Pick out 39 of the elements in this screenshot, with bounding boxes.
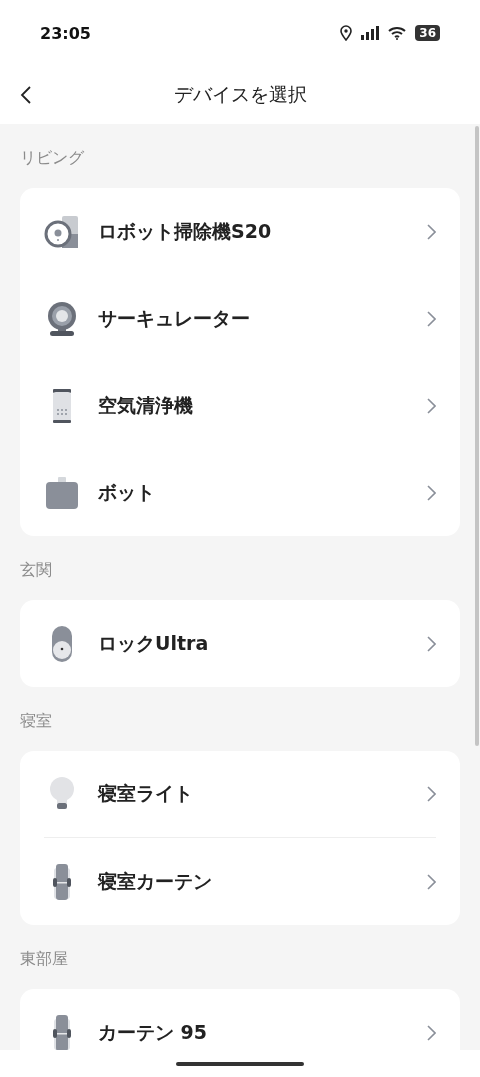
chevron-right-icon xyxy=(426,223,436,240)
device-name: 寝室カーテン xyxy=(98,868,213,894)
robot-vacuum-icon xyxy=(44,213,80,250)
device-name: 寝室ライト xyxy=(98,781,194,806)
page-title: デバイスを選択 xyxy=(173,82,307,107)
wifi-icon xyxy=(388,26,407,40)
device-row[interactable]: ロックUltra xyxy=(44,600,436,687)
device-row[interactable]: ロボット掃除機S20 xyxy=(44,188,436,275)
section-label: リビング xyxy=(20,148,84,167)
device-name: カーテン 95 xyxy=(98,1019,209,1045)
switch-device-icon xyxy=(44,474,80,511)
device-name: サーキュレーター xyxy=(98,305,251,331)
device-name: ロボット掃除機S20 xyxy=(98,218,273,244)
home-indicator[interactable] xyxy=(176,1061,304,1066)
chevron-right-icon xyxy=(426,1024,436,1041)
device-name: ロックUltra xyxy=(98,630,210,656)
chevron-right-icon xyxy=(426,635,436,652)
chevron-right-icon xyxy=(426,873,436,890)
device-name: 空気清浄機 xyxy=(98,392,194,418)
chevron-right-icon xyxy=(426,310,436,327)
battery-level: 36 xyxy=(415,25,440,41)
device-name: ボット xyxy=(98,479,156,505)
chevron-right-icon xyxy=(426,484,436,501)
signal-icon xyxy=(361,26,380,40)
section-label: 東部屋 xyxy=(20,949,68,968)
device-row[interactable]: サーキュレーター xyxy=(44,275,436,362)
device-row[interactable]: 寝室カーテン xyxy=(44,838,436,925)
status-time: 23:05 xyxy=(40,23,91,43)
scrollbar[interactable] xyxy=(475,126,479,746)
device-row[interactable]: 寝室ライト xyxy=(44,751,436,838)
chevron-right-icon xyxy=(426,786,436,802)
section-label: 玄関 xyxy=(20,560,52,579)
section-label: 寝室 xyxy=(20,711,52,730)
device-row[interactable]: カーテン 95 xyxy=(44,989,436,1050)
location-icon xyxy=(340,25,353,41)
chevron-right-icon xyxy=(426,397,436,414)
device-row[interactable]: ボット xyxy=(44,449,436,536)
back-icon xyxy=(20,85,32,105)
device-row[interactable]: 空気清浄機 xyxy=(44,362,436,449)
